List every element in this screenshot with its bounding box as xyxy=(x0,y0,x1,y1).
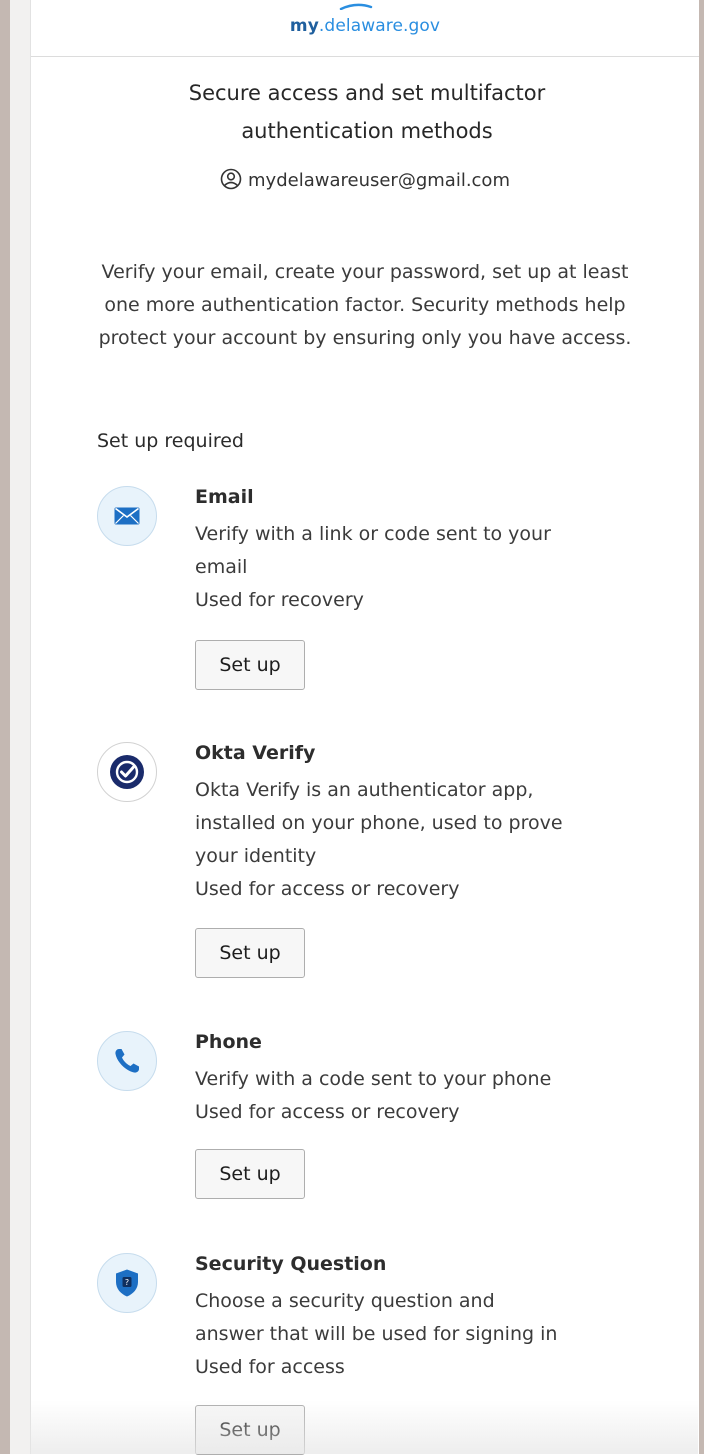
factor-name-phone: Phone xyxy=(195,1031,262,1053)
user-identifier: mydelawareuser@gmail.com xyxy=(31,168,699,191)
okta-verify-check-icon xyxy=(97,742,157,802)
desc-line: installed on your phone, used to prove xyxy=(195,812,563,834)
factor-name-email: Email xyxy=(195,486,254,508)
shield-question-icon: ? xyxy=(97,1253,157,1313)
intro-text: Verify your email, create your password,… xyxy=(98,261,632,349)
brand-logo[interactable]: my.delaware.gov xyxy=(31,16,699,36)
desc-line: Choose a security question and xyxy=(195,1290,495,1312)
svg-text:?: ? xyxy=(125,1278,129,1287)
page-title: Secure access and set multifactor authen… xyxy=(188,81,546,143)
brand-logo-prefix: my xyxy=(289,16,319,36)
section-title: Set up required xyxy=(97,430,244,452)
desc-line: Used for access or recovery xyxy=(195,1101,460,1123)
factor-name-security-question: Security Question xyxy=(195,1253,387,1275)
desc-line: Used for access xyxy=(195,1356,345,1378)
desc-line: email xyxy=(195,556,248,578)
user-circle-icon xyxy=(220,168,242,190)
desc-line: Verify with a link or code sent to your xyxy=(195,523,551,545)
left-background-band xyxy=(0,0,10,1454)
phone-icon xyxy=(97,1031,157,1091)
brand-logo-domain: .delaware.gov xyxy=(318,16,441,36)
card-header: my.delaware.gov xyxy=(31,0,699,57)
security-question-setup-button[interactable]: Set up xyxy=(195,1405,305,1455)
desc-line: your identity xyxy=(195,845,317,867)
desc-line: Used for recovery xyxy=(195,589,364,611)
phone-setup-button[interactable]: Set up xyxy=(195,1149,305,1199)
left-background-gutter xyxy=(10,0,30,1454)
factor-desc-okta-verify: Okta Verify is an authenticator app, ins… xyxy=(195,774,655,906)
user-email: mydelawareuser@gmail.com xyxy=(248,170,510,191)
factor-desc-security-question: Choose a security question and answer th… xyxy=(195,1285,655,1384)
mfa-setup-card: my.delaware.gov Secure access and set mu… xyxy=(30,0,699,1455)
factor-name-okta-verify: Okta Verify xyxy=(195,742,316,764)
envelope-icon xyxy=(97,486,157,546)
desc-line: Verify with a code sent to your phone xyxy=(195,1068,552,1090)
desc-line: Used for access or recovery xyxy=(195,878,460,900)
desc-line: answer that will be used for signing in xyxy=(195,1323,558,1345)
factor-desc-email: Verify with a link or code sent to your … xyxy=(195,518,655,617)
desc-line: Okta Verify is an authenticator app, xyxy=(195,779,534,801)
factor-desc-phone: Verify with a code sent to your phone Us… xyxy=(195,1063,655,1129)
okta-verify-setup-button[interactable]: Set up xyxy=(195,928,305,978)
logo-swoosh-icon xyxy=(339,3,373,10)
email-setup-button[interactable]: Set up xyxy=(195,640,305,690)
